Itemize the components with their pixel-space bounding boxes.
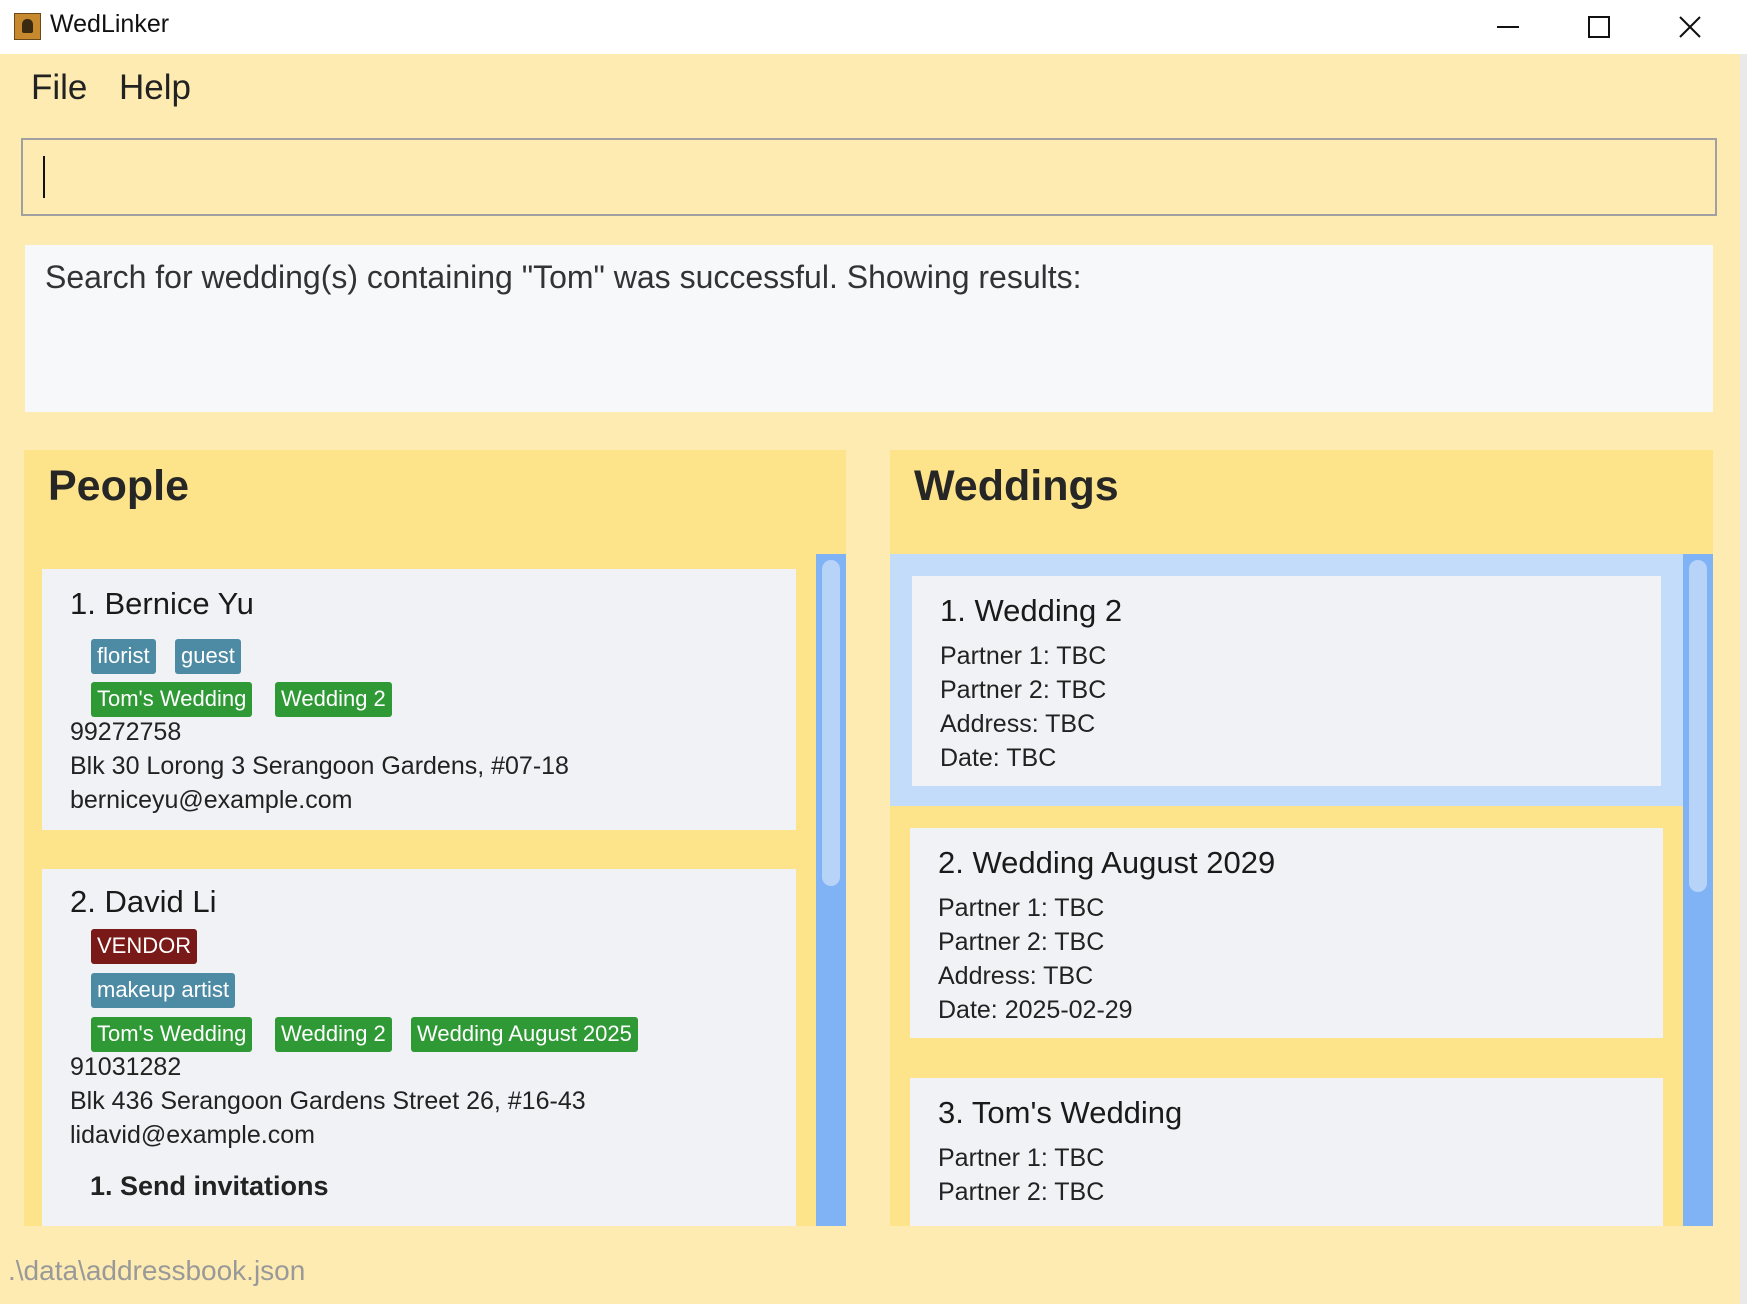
- person-address: Blk 436 Serangoon Gardens Street 26, #16…: [70, 1087, 586, 1115]
- person-email: lidavid@example.com: [70, 1121, 315, 1149]
- weddings-scroll-thumb[interactable]: [1689, 560, 1707, 892]
- wedding-card[interactable]: 3. Tom's Wedding Partner 1: TBC Partner …: [910, 1078, 1663, 1226]
- title-bar: WedLinker: [0, 0, 1747, 54]
- people-scrollbar[interactable]: [816, 554, 846, 1226]
- menu-bar: File Help: [0, 54, 1740, 128]
- minimize-button[interactable]: [1462, 0, 1554, 54]
- wedding-partner2: Partner 2: TBC: [940, 676, 1107, 704]
- minimize-icon: [1497, 26, 1519, 28]
- status-file-path: .\data\addressbook.json: [8, 1255, 306, 1286]
- people-list[interactable]: 1. Bernice Yu florist guest Tom's Weddin…: [24, 554, 846, 1226]
- close-button[interactable]: [1644, 0, 1736, 54]
- wedding-card[interactable]: 2. Wedding August 2029 Partner 1: TBC Pa…: [910, 828, 1663, 1038]
- menu-help[interactable]: Help: [119, 68, 191, 108]
- text-caret: [43, 156, 45, 198]
- wedding-date: Date: 2025-02-29: [938, 996, 1133, 1024]
- wedding-name: 1. Wedding 2: [940, 593, 1123, 628]
- person-phone: 99272758: [70, 718, 182, 746]
- window-edge: [1740, 54, 1747, 1304]
- wedding-address: Address: TBC: [938, 962, 1094, 990]
- app-icon: [14, 13, 41, 40]
- role-tag: makeup artist: [91, 973, 236, 1008]
- result-message: Search for wedding(s) containing "Tom" w…: [45, 259, 1082, 295]
- maximize-button[interactable]: [1553, 0, 1645, 54]
- wedding-name: 3. Tom's Wedding: [938, 1095, 1183, 1130]
- person-card[interactable]: 2. David Li VENDOR makeup artist Tom's W…: [42, 869, 796, 1226]
- person-card[interactable]: 1. Bernice Yu florist guest Tom's Weddin…: [42, 569, 796, 830]
- wedding-partner1: Partner 1: TBC: [938, 894, 1105, 922]
- wedding-tag: Wedding August 2025: [411, 1017, 638, 1052]
- wedding-tag: Tom's Wedding: [91, 1017, 253, 1052]
- person-address: Blk 30 Lorong 3 Serangoon Gardens, #07-1…: [70, 752, 569, 780]
- weddings-list[interactable]: 1. Wedding 2 Partner 1: TBC Partner 2: T…: [890, 554, 1683, 1226]
- people-panel: People 1. Bernice Yu florist guest Tom's…: [24, 450, 846, 1226]
- app-content: File Help Search for wedding(s) containi…: [0, 54, 1740, 1304]
- command-input[interactable]: [21, 138, 1717, 216]
- app-window: WedLinker File Help Search for wedding(s…: [0, 0, 1747, 1304]
- person-name: 1. Bernice Yu: [70, 586, 254, 621]
- person-task: 1. Send invitations: [90, 1171, 329, 1201]
- role-tag: guest: [175, 639, 241, 674]
- person-name: 2. David Li: [70, 884, 217, 919]
- wedding-partner2: Partner 2: TBC: [938, 1178, 1105, 1206]
- person-email: berniceyu@example.com: [70, 786, 353, 814]
- wedding-partner1: Partner 1: TBC: [940, 642, 1107, 670]
- wedding-tag: Wedding 2: [275, 1017, 392, 1052]
- result-display: Search for wedding(s) containing "Tom" w…: [25, 245, 1713, 412]
- wedding-tag: Tom's Wedding: [91, 682, 253, 717]
- wedding-card[interactable]: 1. Wedding 2 Partner 1: TBC Partner 2: T…: [912, 576, 1661, 786]
- wedding-date: Date: TBC: [940, 744, 1057, 772]
- close-icon: [1679, 16, 1701, 38]
- people-scroll-thumb[interactable]: [822, 560, 840, 886]
- wedding-partner1: Partner 1: TBC: [938, 1144, 1105, 1172]
- wedding-partner2: Partner 2: TBC: [938, 928, 1105, 956]
- maximize-icon: [1588, 16, 1610, 38]
- wedding-address: Address: TBC: [940, 710, 1096, 738]
- wedding-tag: Wedding 2: [275, 682, 392, 717]
- people-title: People: [48, 462, 189, 510]
- weddings-title: Weddings: [914, 462, 1119, 510]
- status-bar: .\data\addressbook.json: [0, 1241, 1740, 1304]
- weddings-panel: Weddings 1. Wedding 2 Partner 1: TBC Par…: [890, 450, 1713, 1226]
- person-phone: 91031282: [70, 1053, 182, 1081]
- window-title: WedLinker: [50, 10, 170, 38]
- role-tag: florist: [91, 639, 156, 674]
- wedding-name: 2. Wedding August 2029: [938, 845, 1276, 880]
- vendor-tag: VENDOR: [91, 929, 198, 964]
- weddings-scrollbar[interactable]: [1683, 554, 1713, 1226]
- menu-file[interactable]: File: [31, 68, 87, 108]
